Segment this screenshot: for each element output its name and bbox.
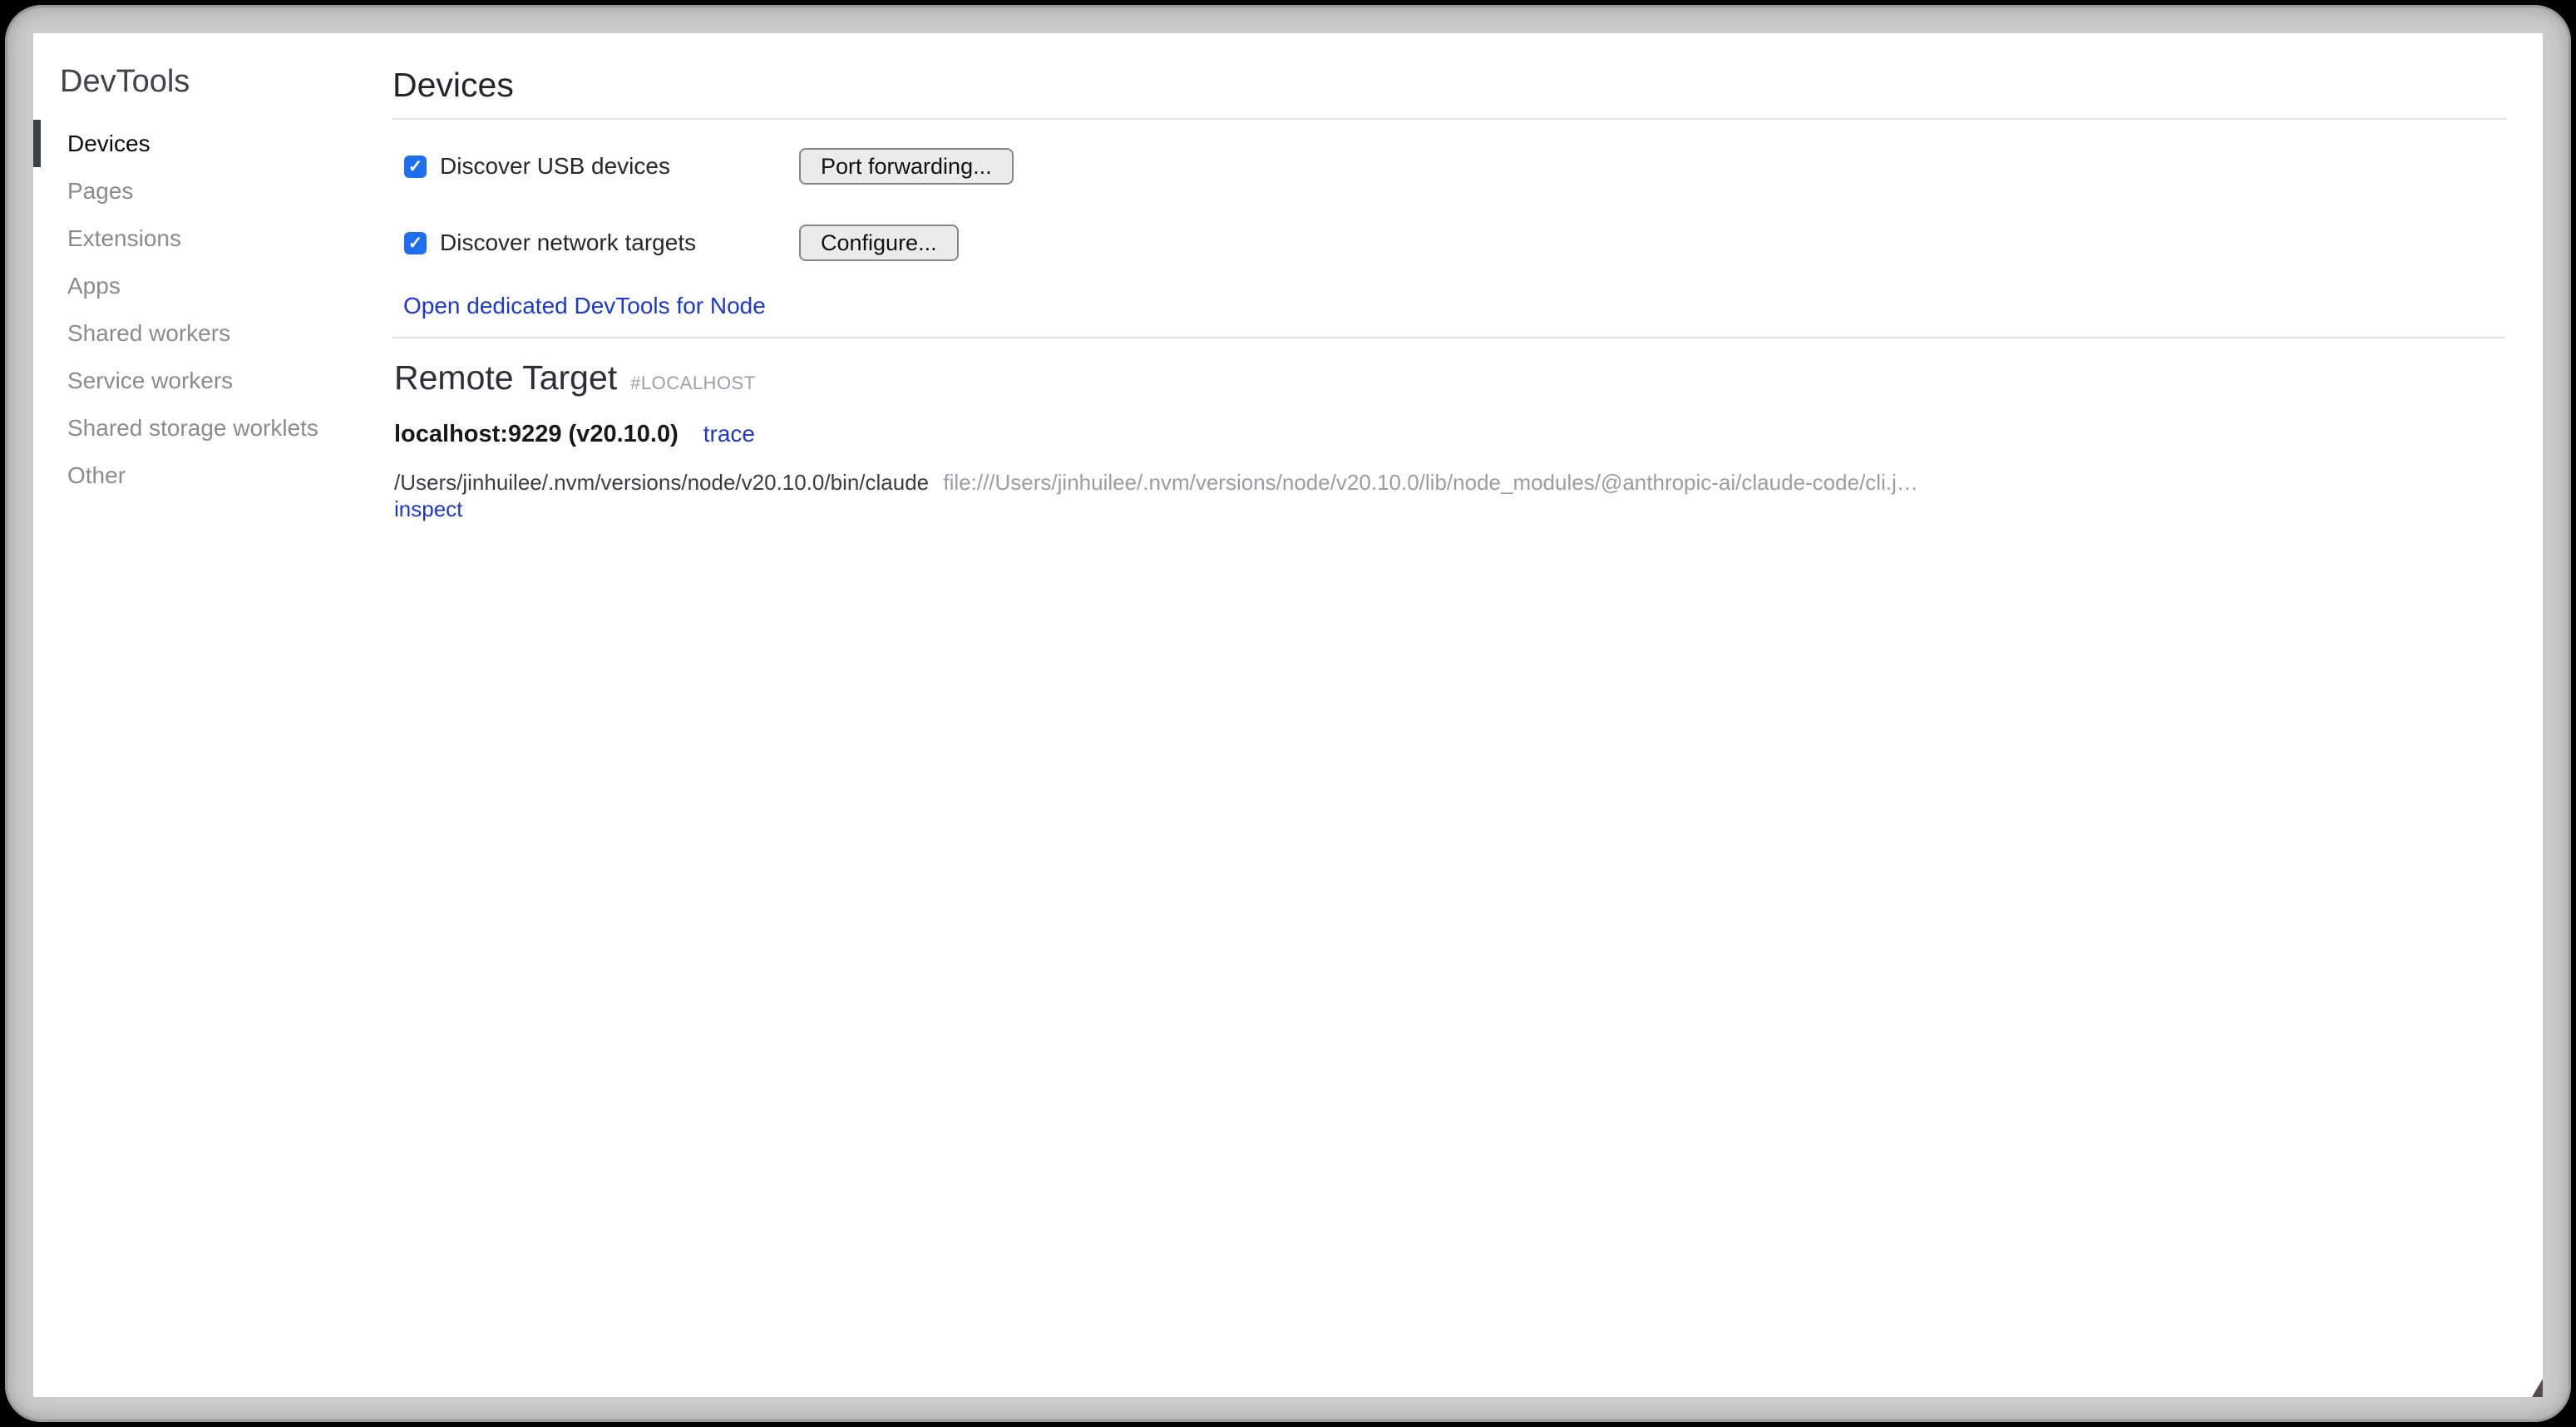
sidebar: DevTools Devices Pages Extensions Apps S… [33, 33, 359, 1397]
sidebar-item-devices[interactable]: Devices [33, 120, 359, 167]
sidebar-item-other[interactable]: Other [33, 452, 359, 499]
port-forwarding-button[interactable]: Port forwarding... [799, 148, 1014, 185]
sidebar-item-extensions[interactable]: Extensions [33, 215, 359, 262]
discover-network-row: ✓ Discover network targets Configure... [392, 225, 2506, 261]
discover-usb-checkbox[interactable]: ✓ [404, 156, 427, 178]
section-divider [392, 337, 2506, 338]
node-devtools-row: Open dedicated DevTools for Node [403, 293, 766, 319]
section-divider [392, 118, 2506, 120]
sidebar-item-service-workers[interactable]: Service workers [33, 357, 359, 404]
target-name-row: localhost:9229 (v20.10.0) trace [394, 421, 755, 448]
localhost-tag: #LOCALHOST [630, 373, 756, 394]
sidebar-title: DevTools [60, 63, 190, 100]
discover-usb-row: ✓ Discover USB devices Port forwarding..… [392, 148, 2506, 185]
remote-target-heading: Remote Target [394, 358, 617, 397]
target-details: /Users/jinhuilee/.nvm/versions/node/v20.… [394, 469, 2506, 522]
selection-indicator [33, 120, 41, 167]
resize-grip-icon[interactable] [2532, 1379, 2543, 1397]
window-frame: DevTools Devices Pages Extensions Apps S… [5, 5, 2571, 1422]
discover-usb-label: Discover USB devices [440, 153, 670, 180]
sidebar-item-label: Service workers [67, 368, 233, 394]
process-path: /Users/jinhuilee/.nvm/versions/node/v20.… [394, 470, 929, 495]
sidebar-item-label: Shared storage worklets [67, 415, 318, 442]
sidebar-item-label: Extensions [67, 225, 181, 252]
target-path-line: /Users/jinhuilee/.nvm/versions/node/v20.… [394, 469, 2506, 496]
sidebar-item-label: Pages [67, 178, 133, 205]
checkmark-icon: ✓ [408, 156, 423, 177]
sidebar-nav: Devices Pages Extensions Apps Shared wor… [33, 120, 359, 499]
sidebar-item-label: Other [67, 462, 126, 489]
sidebar-item-label: Shared workers [67, 320, 230, 347]
sidebar-item-shared-workers[interactable]: Shared workers [33, 309, 359, 357]
sidebar-item-pages[interactable]: Pages [33, 167, 359, 215]
inspect-link[interactable]: inspect [394, 496, 462, 521]
discover-network-label: Discover network targets [440, 230, 696, 256]
sidebar-item-shared-storage-worklets[interactable]: Shared storage worklets [33, 404, 359, 452]
trace-link[interactable]: trace [703, 421, 755, 447]
target-name: localhost:9229 (v20.10.0) [394, 421, 679, 448]
checkmark-icon: ✓ [408, 233, 423, 254]
sidebar-item-label: Apps [67, 273, 121, 299]
page-title: Devices [392, 65, 514, 105]
discover-network-checkbox[interactable]: ✓ [404, 232, 427, 254]
remote-target-heading-row: Remote Target #LOCALHOST [394, 358, 756, 397]
sidebar-item-label: Devices [67, 131, 151, 157]
main-panel: Devices ✓ Discover USB devices Port forw… [359, 33, 2506, 1397]
file-url: file:///Users/jinhuilee/.nvm/versions/no… [943, 470, 1917, 495]
sidebar-item-apps[interactable]: Apps [33, 262, 359, 309]
open-node-devtools-link[interactable]: Open dedicated DevTools for Node [403, 293, 766, 318]
target-actions-line: inspect [394, 496, 2506, 522]
configure-button[interactable]: Configure... [799, 225, 959, 261]
content-area: DevTools Devices Pages Extensions Apps S… [33, 33, 2543, 1397]
